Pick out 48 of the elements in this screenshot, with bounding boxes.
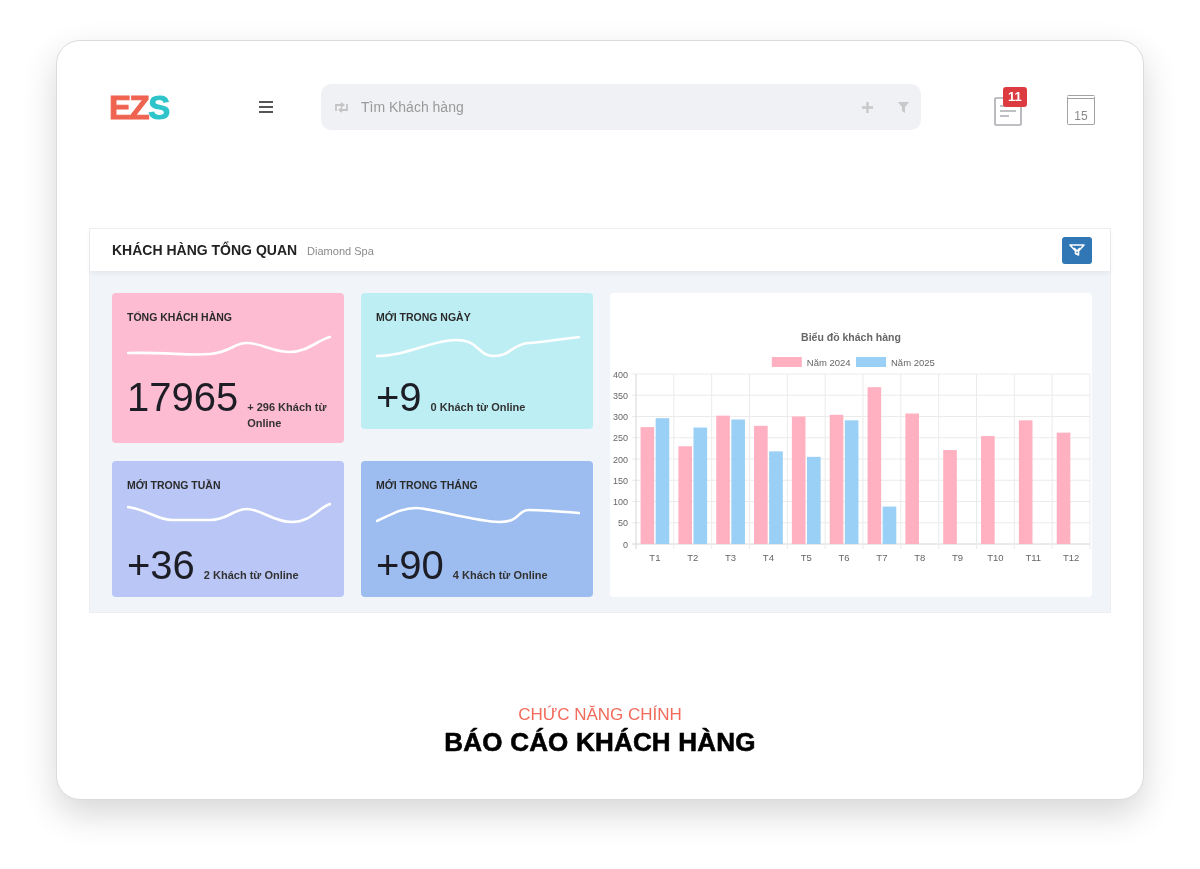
- axis-label: 200: [612, 454, 628, 465]
- stat-value: 17965: [127, 377, 239, 417]
- axis-label: 100: [612, 497, 628, 507]
- stat-note: 0 Khách từ Online: [430, 400, 526, 415]
- axis-label: T10: [987, 552, 1004, 563]
- axis-label: T3: [725, 552, 737, 563]
- axis-label: T7: [876, 552, 888, 563]
- stat-title: MỚI TRONG TUẦN: [127, 478, 222, 492]
- axis-label: 400: [612, 369, 628, 380]
- stat-value: +9: [376, 377, 422, 417]
- section-title: BÁO CÁO KHÁCH HÀNG: [444, 727, 756, 757]
- panel-title: KHÁCH HÀNG TỔNG QUAN: [112, 240, 298, 260]
- search-field[interactable]: Tìm Khách hàng: [321, 84, 921, 130]
- stat-title: MỚI TRONG THÁNG: [376, 478, 479, 492]
- legend-label[interactable]: Năm 2025: [891, 357, 935, 368]
- axis-label: 50: [618, 518, 628, 529]
- section-kicker: CHỨC NĂNG CHÍNH: [518, 705, 682, 724]
- stat-note: 4 Khách từ Online: [452, 567, 548, 583]
- panel-subtitle: Diamond Spa: [307, 243, 374, 259]
- count-badge: 11: [1003, 87, 1027, 107]
- stat-value: +90: [376, 544, 444, 585]
- axis-label: T8: [914, 552, 926, 563]
- axis-label: T6: [838, 552, 850, 563]
- axis-label: 300: [612, 412, 628, 422]
- filter-button[interactable]: [1062, 236, 1092, 264]
- logo: EZS: [109, 90, 170, 124]
- axis-label: T1: [649, 552, 661, 563]
- axis-label: T12: [1062, 552, 1080, 563]
- axis-label: T2: [687, 552, 699, 563]
- stat-note: + 296 Khách từ Online: [247, 400, 328, 431]
- stat-title: MỚI TRONG NGÀY: [376, 311, 472, 324]
- axis-label: T4: [762, 552, 774, 563]
- legend-label[interactable]: Năm 2024: [806, 357, 851, 368]
- chart-title: Biểu đồ khách hàng: [801, 331, 901, 343]
- stat-note: 2 Khách từ Online: [203, 567, 299, 583]
- stat-value: +36: [127, 544, 195, 585]
- axis-label: T11: [1025, 552, 1042, 563]
- stat-title: TỔNG KHÁCH HÀNG: [127, 311, 233, 324]
- funnel-icon: [1069, 244, 1085, 256]
- axis-label: T5: [800, 552, 812, 563]
- axis-label: 0: [623, 539, 628, 550]
- axis-label: 150: [612, 475, 628, 486]
- axis-label: 350: [612, 390, 628, 401]
- search-input[interactable]: Tìm Khách hàng: [361, 96, 862, 118]
- axis-label: 250: [612, 433, 628, 444]
- calendar-button[interactable]: 15: [1067, 95, 1095, 125]
- menu-icon[interactable]: [259, 101, 273, 113]
- axis-label: T9: [952, 552, 964, 563]
